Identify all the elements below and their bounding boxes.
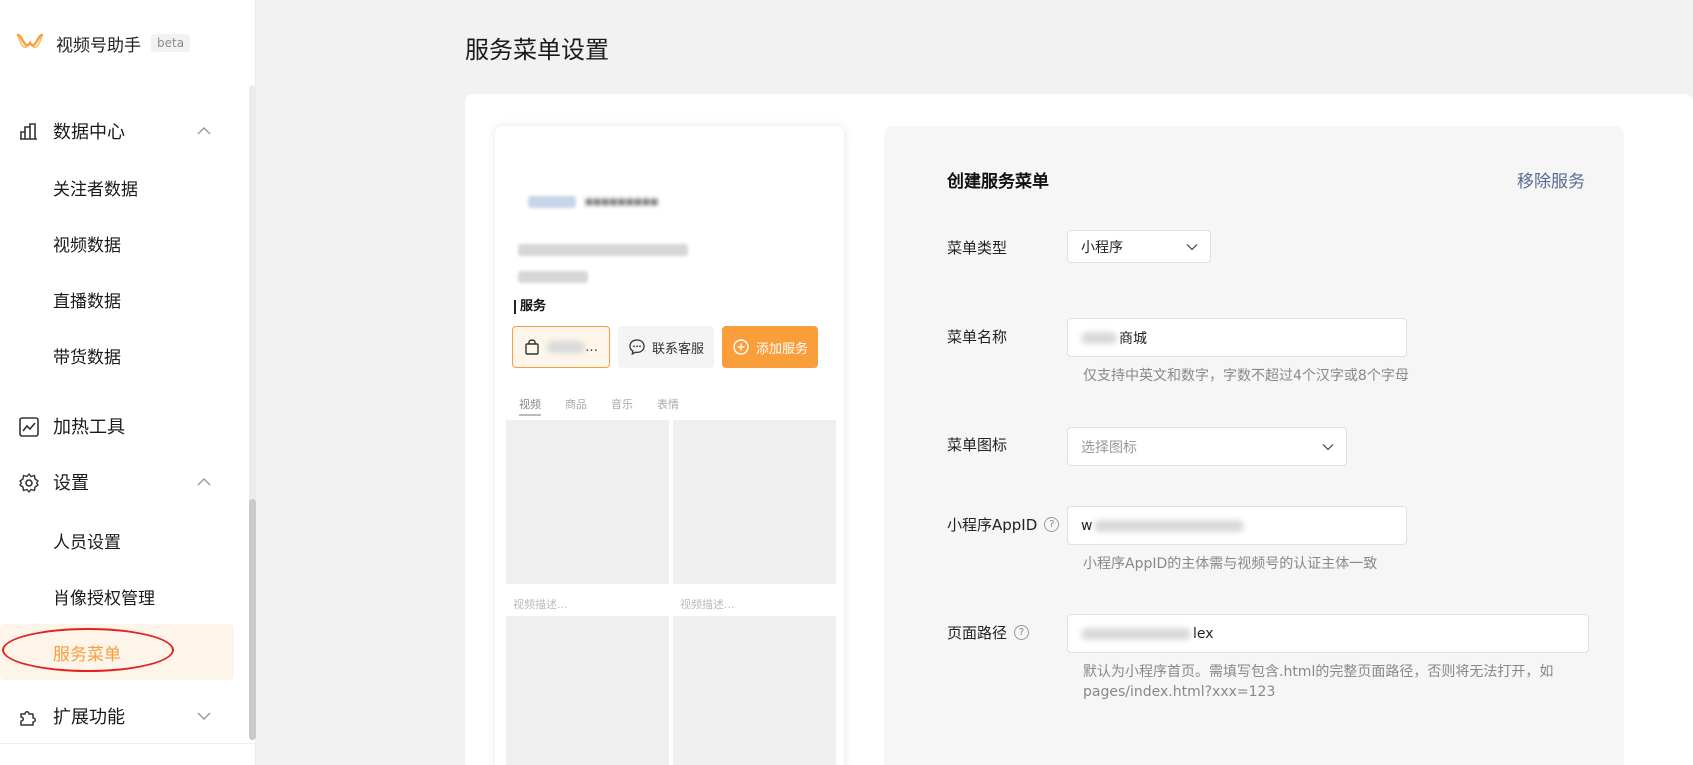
service-section-title: 服务 [514, 300, 546, 314]
video-thumbnail [506, 420, 669, 584]
blurred-verification-text [518, 244, 688, 256]
add-service-label: 添加服务 [756, 341, 809, 357]
appid-hint: 小程序AppID的主体需与视频号的认证主体一致 [1083, 556, 1378, 572]
preview-tab-products[interactable]: 商品 [565, 396, 587, 416]
nav-group-extensions[interactable]: 扩展功能 [0, 696, 236, 736]
plus-circle-icon [733, 339, 749, 355]
help-icon[interactable]: ? [1014, 625, 1030, 640]
video-thumbnail [673, 420, 836, 584]
nav-group-data-center[interactable]: 数据中心 [0, 111, 236, 151]
blurred-value [1094, 519, 1245, 532]
chevron-down-icon [1186, 243, 1198, 250]
sidebar-item-live-data[interactable]: 直播数据 [0, 271, 234, 327]
channels-logo-icon [16, 33, 44, 48]
blurred-follower-count [518, 271, 588, 283]
remove-service-link[interactable]: 移除服务 [1517, 167, 1585, 192]
menu-name-input[interactable]: 商城 [1067, 318, 1407, 357]
sidebar-item-video-data[interactable]: 视频数据 [0, 215, 234, 271]
video-caption: 视频描述... [680, 598, 735, 611]
appid-label: 小程序AppID? [947, 514, 1060, 535]
form-title: 创建服务菜单 [947, 172, 1049, 192]
menu-icon-select[interactable]: 选择图标 [1067, 427, 1347, 466]
contact-service-button[interactable]: 联系客服 [618, 326, 714, 368]
contact-service-label: 联系客服 [652, 341, 705, 357]
brand-name: 视频号助手 [56, 35, 141, 56]
menu-icon-label: 菜单图标 [947, 436, 1008, 454]
chat-bubble-icon [629, 339, 645, 356]
sidebar-scrollbar[interactable] [249, 85, 256, 740]
appid-input[interactable]: w [1067, 506, 1407, 545]
nav-group-label: 加热工具 [53, 417, 125, 438]
bar-chart-icon [20, 123, 37, 140]
puzzle-icon [20, 711, 36, 726]
chevron-down-icon [197, 712, 211, 720]
page-path-input[interactable]: lex [1067, 614, 1589, 653]
brand[interactable]: 视频号助手 beta [16, 28, 191, 58]
menu-type-select[interactable]: 小程序 [1067, 230, 1211, 263]
video-caption: 视频描述... [513, 598, 568, 611]
blurred-avatar [528, 196, 576, 208]
scrollbar-thumb[interactable] [249, 499, 256, 740]
chevron-up-icon [197, 478, 211, 486]
page-path-value: lex [1193, 625, 1214, 642]
nav-group-label: 设置 [53, 473, 89, 494]
add-service-button[interactable]: 添加服务 [722, 326, 818, 368]
nav-group-label: 数据中心 [53, 122, 125, 143]
gear-icon [19, 473, 39, 493]
menu-name-label: 菜单名称 [947, 328, 1008, 346]
sidebar-item-portrait-authorization[interactable]: 肖像授权管理 [0, 568, 234, 624]
menu-type-value: 小程序 [1081, 239, 1123, 256]
beta-badge: beta [151, 34, 191, 52]
phone-preview: ▪▪▪▪▪▪▪▪▪ 服务 … 联系客服 添加服务 视频 商品 音乐 表情 视频描… [495, 126, 844, 765]
nav-group-label: 扩展功能 [53, 707, 125, 728]
appid-value: w [1081, 517, 1093, 534]
sidebar: 视频号助手 beta 数据中心 关注者数据 视频数据 直播数据 带货数据 加热工… [0, 0, 256, 765]
preview-tabs: 视频 商品 音乐 表情 [519, 396, 703, 416]
sidebar-item-follower-data[interactable]: 关注者数据 [0, 159, 234, 215]
video-thumbnail [506, 616, 669, 765]
trend-chart-icon [19, 417, 39, 437]
menu-icon-placeholder: 选择图标 [1081, 439, 1137, 456]
chevron-up-icon [197, 127, 211, 135]
chevron-down-icon [1322, 443, 1334, 450]
divider [0, 743, 256, 744]
shop-service-button[interactable]: … [512, 326, 610, 368]
preview-tab-music[interactable]: 音乐 [611, 396, 633, 416]
shopping-bag-icon [525, 339, 539, 355]
blurred-value [1081, 331, 1117, 344]
help-icon[interactable]: ? [1044, 517, 1060, 532]
shop-label-suffix: … [585, 339, 598, 355]
preview-tab-video[interactable]: 视频 [519, 396, 541, 416]
nav-group-promotion-tools[interactable]: 加热工具 [0, 406, 236, 446]
page-path-label: 页面路径? [947, 622, 1030, 643]
sidebar-item-sales-data[interactable]: 带货数据 [0, 327, 234, 383]
blurred-value [1081, 627, 1191, 640]
video-thumbnail [673, 616, 836, 765]
blurred-account-name: ▪▪▪▪▪▪▪▪▪ [585, 194, 659, 208]
page-path-hint-line2: pages/index.html?xxx=123 [1083, 684, 1276, 700]
sidebar-item-service-menu[interactable]: 服务菜单 [0, 624, 234, 680]
preview-tab-stickers[interactable]: 表情 [657, 396, 679, 416]
menu-name-hint: 仅支持中英文和数字，字数不超过4个汉字或8个字母 [1083, 368, 1409, 384]
page-title: 服务菜单设置 [465, 36, 609, 64]
sidebar-item-staff-settings[interactable]: 人员设置 [0, 512, 234, 568]
page-path-hint-line1: 默认为小程序首页。需填写包含.html的完整页面路径，否则将无法打开，如 [1083, 664, 1554, 680]
blurred-shop-label [547, 341, 585, 353]
menu-name-value: 商城 [1119, 330, 1147, 347]
menu-type-label: 菜单类型 [947, 239, 1008, 257]
nav-group-settings[interactable]: 设置 [0, 462, 236, 502]
